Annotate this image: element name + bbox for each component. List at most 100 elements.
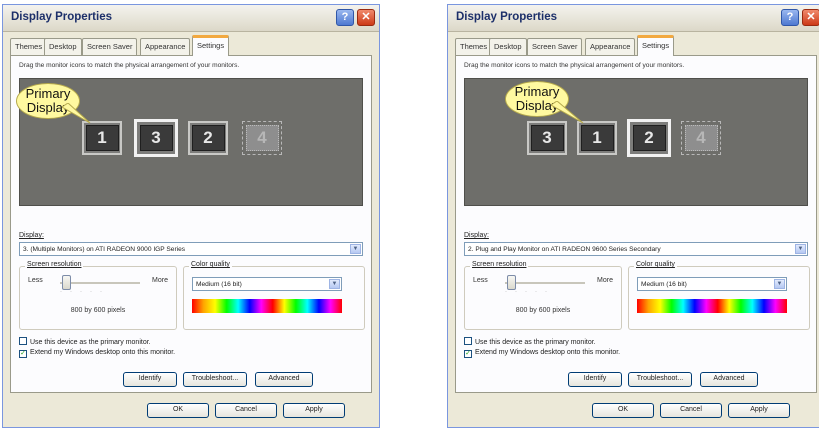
screen-resolution-group: Screen resolution Less More ····· 800 by… xyxy=(464,261,622,330)
resolution-slider-track[interactable] xyxy=(505,282,585,284)
resolution-slider-track[interactable] xyxy=(60,282,140,284)
primary-monitor-label: Use this device as the primary monitor. xyxy=(475,339,596,346)
help-icon[interactable]: ? xyxy=(781,9,799,26)
chevron-down-icon[interactable]: ▼ xyxy=(795,244,806,254)
chevron-down-icon[interactable]: ▼ xyxy=(774,279,785,289)
monitor-number: 4 xyxy=(245,125,279,151)
resolution-slider-thumb[interactable] xyxy=(62,275,71,290)
cancel-button[interactable]: Cancel xyxy=(660,403,722,418)
apply-button[interactable]: Apply xyxy=(283,403,345,418)
settings-panel: Drag the monitor icons to match the phys… xyxy=(10,55,372,393)
primary-monitor-checkbox[interactable] xyxy=(464,337,472,345)
display-properties-window-left: Display Properties ? ✕ Themes Desktop Sc… xyxy=(2,4,380,428)
ok-button[interactable]: OK xyxy=(592,403,654,418)
close-icon[interactable]: ✕ xyxy=(802,9,819,26)
display-dropdown[interactable]: 3. (Multiple Monitors) on ATI RADEON 900… xyxy=(19,242,363,256)
advanced-button[interactable]: Advanced xyxy=(255,372,313,387)
callout-line-1: Primary xyxy=(25,86,71,101)
display-dropdown-value: 2. Plug and Play Monitor on ATI RADEON 9… xyxy=(468,246,661,253)
tab-themes[interactable]: Themes xyxy=(10,38,48,55)
tab-settings[interactable]: Settings xyxy=(637,35,675,56)
tab-screen-saver[interactable]: Screen Saver xyxy=(527,38,583,55)
primary-monitor-checkbox-row[interactable]: Use this device as the primary monitor. xyxy=(464,337,596,346)
monitor-4-icon[interactable]: 4 xyxy=(681,121,721,155)
color-quality-label: Color quality xyxy=(189,261,232,268)
cancel-button[interactable]: Cancel xyxy=(215,403,277,418)
resolution-slider-thumb[interactable] xyxy=(507,275,516,290)
window-title: Display Properties xyxy=(456,11,557,23)
monitor-arrangement-area[interactable]: 3 1 2 4 Primary Display xyxy=(464,78,808,206)
more-label: More xyxy=(152,277,168,284)
screen-resolution-group: Screen resolution Less More ····· 800 by… xyxy=(19,261,177,330)
callout-line-1: Primary xyxy=(514,84,560,99)
monitor-number: 4 xyxy=(684,125,718,151)
troubleshoot-button[interactable]: Troubleshoot... xyxy=(183,372,247,387)
more-label: More xyxy=(597,277,613,284)
primary-monitor-checkbox[interactable] xyxy=(19,337,27,345)
display-dropdown[interactable]: 2. Plug and Play Monitor on ATI RADEON 9… xyxy=(464,242,808,256)
color-quality-dropdown[interactable]: Medium (16 bit) ▼ xyxy=(192,277,342,291)
apply-button[interactable]: Apply xyxy=(728,403,790,418)
callout-pointer xyxy=(551,101,584,124)
tab-settings[interactable]: Settings xyxy=(192,35,230,56)
identify-button[interactable]: Identify xyxy=(123,372,177,387)
monitor-4-icon[interactable]: 4 xyxy=(242,121,282,155)
chevron-down-icon[interactable]: ▼ xyxy=(350,244,361,254)
tab-themes[interactable]: Themes xyxy=(455,38,493,55)
monitor-2-icon[interactable]: 2 xyxy=(627,119,671,157)
display-label: Display: xyxy=(19,232,44,239)
troubleshoot-button[interactable]: Troubleshoot... xyxy=(628,372,692,387)
display-label: Display: xyxy=(464,232,489,239)
color-quality-group: Color quality Medium (16 bit) ▼ xyxy=(628,261,810,330)
title-bar[interactable]: Display Properties ? ✕ xyxy=(3,5,379,32)
monitor-number: 1 xyxy=(85,125,119,151)
screen-resolution-label: Screen resolution xyxy=(470,261,529,268)
monitor-3-icon[interactable]: 3 xyxy=(134,119,178,157)
checkmark-icon[interactable]: ✓ xyxy=(464,350,472,358)
window-title: Display Properties xyxy=(11,11,112,23)
title-bar[interactable]: Display Properties ? ✕ xyxy=(448,5,819,32)
monitor-number: 3 xyxy=(139,125,173,151)
advanced-button[interactable]: Advanced xyxy=(700,372,758,387)
tab-appearance[interactable]: Appearance xyxy=(585,38,636,55)
checkmark-icon[interactable]: ✓ xyxy=(19,350,27,358)
resolution-value: 800 by 600 pixels xyxy=(70,307,126,314)
ok-button[interactable]: OK xyxy=(147,403,209,418)
tab-appearance[interactable]: Appearance xyxy=(140,38,191,55)
callout-pointer xyxy=(62,103,91,124)
settings-panel: Drag the monitor icons to match the phys… xyxy=(455,55,817,393)
tab-screen-saver[interactable]: Screen Saver xyxy=(82,38,138,55)
resolution-value: 800 by 600 pixels xyxy=(515,307,571,314)
monitor-2-icon[interactable]: 2 xyxy=(188,121,228,155)
color-quality-label: Color quality xyxy=(634,261,677,268)
primary-monitor-checkbox-row[interactable]: Use this device as the primary monitor. xyxy=(19,337,151,346)
monitor-number: 2 xyxy=(191,125,225,151)
monitor-number: 2 xyxy=(632,125,666,151)
extend-desktop-label: Extend my Windows desktop onto this moni… xyxy=(30,349,176,356)
display-properties-window-right: Display Properties ? ✕ Themes Desktop Sc… xyxy=(447,4,819,428)
less-label: Less xyxy=(473,277,488,284)
instruction-text: Drag the monitor icons to match the phys… xyxy=(464,62,685,69)
color-quality-value: Medium (16 bit) xyxy=(641,281,687,288)
tab-desktop[interactable]: Desktop xyxy=(44,38,82,55)
extend-desktop-checkbox-row[interactable]: ✓ Extend my Windows desktop onto this mon… xyxy=(19,349,175,358)
slider-ticks: ····· xyxy=(505,289,555,295)
extend-desktop-label: Extend my Windows desktop onto this moni… xyxy=(475,349,621,356)
less-label: Less xyxy=(28,277,43,284)
primary-monitor-label: Use this device as the primary monitor. xyxy=(30,339,151,346)
tab-desktop[interactable]: Desktop xyxy=(489,38,527,55)
monitor-number: 1 xyxy=(580,125,614,151)
color-spectrum-bar xyxy=(192,299,342,313)
chevron-down-icon[interactable]: ▼ xyxy=(329,279,340,289)
help-icon[interactable]: ? xyxy=(336,9,354,26)
identify-button[interactable]: Identify xyxy=(568,372,622,387)
monitor-arrangement-area[interactable]: Primary Display 1 3 2 4 xyxy=(16,78,363,206)
color-quality-dropdown[interactable]: Medium (16 bit) ▼ xyxy=(637,277,787,291)
extend-desktop-checkbox-row[interactable]: ✓ Extend my Windows desktop onto this mon… xyxy=(464,349,620,358)
color-quality-value: Medium (16 bit) xyxy=(196,281,242,288)
color-quality-group: Color quality Medium (16 bit) ▼ xyxy=(183,261,365,330)
close-icon[interactable]: ✕ xyxy=(357,9,375,26)
color-spectrum-bar xyxy=(637,299,787,313)
slider-ticks: ····· xyxy=(60,289,110,295)
monitor-number: 3 xyxy=(530,125,564,151)
